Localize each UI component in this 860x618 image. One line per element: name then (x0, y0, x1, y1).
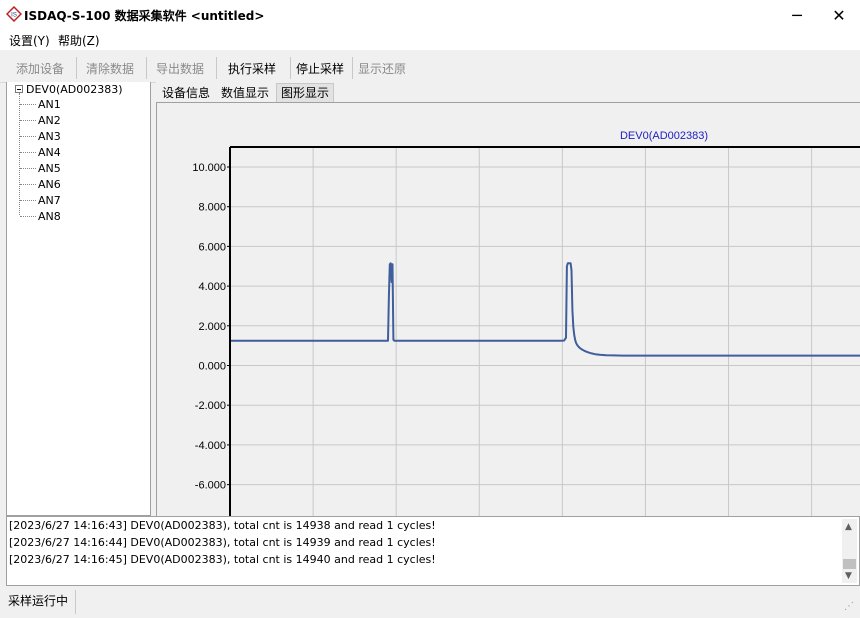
log-line: [2023/6/27 14:16:43] DEV0(AD002383), tot… (9, 519, 436, 532)
tree-item-an8[interactable]: AN8 (20, 208, 61, 224)
app-icon: IS (6, 6, 22, 22)
tree-item-label: AN8 (38, 209, 61, 223)
log-line: [2023/6/27 14:16:44] DEV0(AD002383), tot… (9, 536, 436, 549)
tree-item-an4[interactable]: AN4 (20, 144, 61, 160)
y-tick-label: -4.000 (195, 440, 226, 452)
status-bar: 采样运行中 ⋰ (0, 588, 860, 618)
tree-item-an3[interactable]: AN3 (20, 128, 61, 144)
toolbar: 添加设备 清除数据 导出数据 执行采样 停止采样 显示还原 (0, 50, 860, 83)
tree-item-label: AN2 (38, 113, 61, 127)
resize-grip-icon[interactable]: ⋰ (844, 601, 854, 612)
tree-item-label: AN3 (38, 129, 61, 143)
clear-data-button[interactable]: 清除数据 (86, 60, 134, 77)
tab-bar: 设备信息 数值显示 图形显示 (156, 82, 860, 102)
window-title: ISDAQ-S-100 数据采集软件 <untitled> (24, 9, 265, 23)
minimize-button[interactable]: ─ (774, 0, 820, 30)
y-tick-label: 8.000 (198, 202, 226, 214)
waveform-chart[interactable]: DEV0(AD002383) 10.000 8.000 6.000 4.000 2.00… (156, 102, 860, 516)
tree-item-an1[interactable]: AN1 (20, 96, 61, 112)
tree-item-label: AN7 (38, 193, 61, 207)
tree-node-dev0[interactable]: DEV0(AD002383) (15, 82, 123, 96)
tree-item-label: AN5 (38, 161, 61, 175)
y-tick-label: 6.000 (198, 241, 226, 253)
tree-item-label: AN4 (38, 145, 61, 159)
tree-item-an6[interactable]: AN6 (20, 176, 61, 192)
tab-device-info[interactable]: 设备信息 (158, 84, 214, 102)
log-panel[interactable]: [2023/6/27 14:16:43] DEV0(AD002383), tot… (6, 516, 860, 586)
menu-help[interactable]: 帮助(Z) (58, 32, 100, 49)
y-tick-label: -2.000 (195, 400, 226, 412)
toolbar-separator (352, 57, 353, 79)
status-separator (75, 590, 76, 614)
toolbar-separator (76, 57, 77, 79)
menu-bar: 设置(Y) 帮助(Z) (0, 30, 860, 50)
scrollbar-thumb[interactable] (843, 559, 856, 569)
toolbar-separator (146, 57, 147, 79)
title-bar: IS ISDAQ-S-100 数据采集软件 <untitled> ─ ✕ (0, 0, 860, 30)
toolbar-separator (290, 57, 291, 79)
tree-item-label: AN1 (38, 97, 61, 111)
tree-item-label: AN6 (38, 177, 61, 191)
y-tick-label: 4.000 (198, 281, 226, 293)
close-button[interactable]: ✕ (816, 0, 860, 30)
stop-sampling-button[interactable]: 停止采样 (296, 60, 344, 77)
scroll-down-arrow-icon[interactable]: ▼ (845, 571, 852, 581)
tab-graph-display[interactable]: 图形显示 (276, 83, 335, 102)
add-device-button[interactable]: 添加设备 (16, 60, 64, 77)
collapse-icon[interactable] (15, 85, 23, 93)
chart-title: DEV0(AD002383) (620, 130, 708, 142)
tab-numeric-display[interactable]: 数值显示 (217, 84, 273, 102)
log-line: [2023/6/27 14:16:45] DEV0(AD002383), tot… (9, 553, 436, 566)
y-tick-label: 0.000 (198, 361, 226, 373)
status-text: 采样运行中 (8, 594, 69, 608)
tree-item-an2[interactable]: AN2 (20, 112, 61, 128)
scroll-up-arrow-icon[interactable]: ▲ (845, 522, 852, 532)
restore-display-button[interactable]: 显示还原 (358, 60, 406, 77)
svg-text:IS: IS (11, 13, 17, 19)
tree-item-an5[interactable]: AN5 (20, 160, 61, 176)
log-scrollbar[interactable]: ▲ ▼ (842, 519, 857, 583)
start-sampling-button[interactable]: 执行采样 (228, 60, 276, 77)
tree-node-label: DEV0(AD002383) (26, 82, 123, 96)
y-tick-label: -6.000 (195, 480, 226, 492)
toolbar-separator (216, 57, 217, 79)
y-tick-label: 10.000 (192, 162, 226, 174)
tree-item-an7[interactable]: AN7 (20, 192, 61, 208)
device-tree: DEV0(AD002383) AN1 AN2 AN3 AN4 AN5 AN6 A… (6, 82, 151, 516)
y-axis-ticks: 10.000 8.000 6.000 4.000 2.000 0.000 -2.000 -4.… (192, 162, 230, 492)
y-tick-label: 2.000 (198, 321, 226, 333)
export-data-button[interactable]: 导出数据 (156, 60, 204, 77)
menu-settings[interactable]: 设置(Y) (9, 32, 50, 49)
